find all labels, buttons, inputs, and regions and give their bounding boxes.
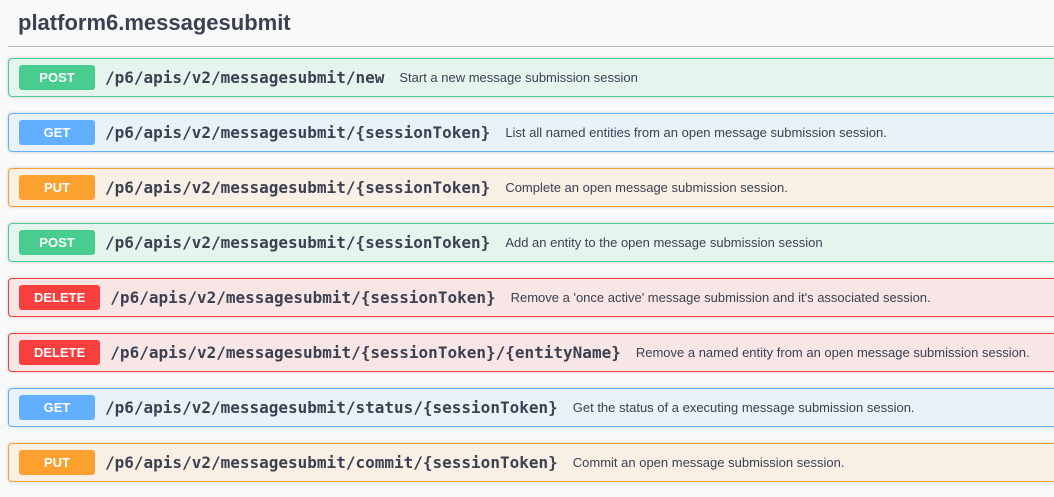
endpoint-description: Add an entity to the open message submis… [505, 235, 822, 250]
operation-row[interactable]: GET /p6/apis/v2/messagesubmit/{sessionTo… [8, 113, 1054, 152]
endpoint-description: List all named entities from an open mes… [505, 125, 887, 140]
endpoint-description: Remove a named entity from an open messa… [636, 345, 1030, 360]
operation-row[interactable]: DELETE /p6/apis/v2/messagesubmit/{sessio… [8, 278, 1054, 317]
page-title: platform6.messagesubmit [18, 10, 1044, 36]
operation-row[interactable]: PUT /p6/apis/v2/messagesubmit/commit/{se… [8, 443, 1054, 482]
endpoint-path: /p6/apis/v2/messagesubmit/commit/{sessio… [105, 453, 558, 472]
method-badge: POST [19, 230, 95, 255]
api-tag-header[interactable]: platform6.messagesubmit [8, 0, 1054, 47]
operation-row[interactable]: GET /p6/apis/v2/messagesubmit/status/{se… [8, 388, 1054, 427]
method-badge: PUT [19, 450, 95, 475]
endpoint-description: Remove a 'once active' message submissio… [511, 290, 931, 305]
method-badge: GET [19, 120, 95, 145]
endpoint-path: /p6/apis/v2/messagesubmit/{sessionToken}… [110, 343, 621, 362]
method-badge: POST [19, 65, 95, 90]
method-badge: DELETE [19, 340, 100, 365]
endpoint-path: /p6/apis/v2/messagesubmit/status/{sessio… [105, 398, 558, 417]
method-badge: GET [19, 395, 95, 420]
endpoint-path: /p6/apis/v2/messagesubmit/{sessionToken} [110, 288, 495, 307]
operations-list: POST /p6/apis/v2/messagesubmit/new Start… [0, 58, 1054, 482]
method-badge: DELETE [19, 285, 100, 310]
endpoint-description: Start a new message submission session [399, 70, 637, 85]
endpoint-description: Get the status of a executing message su… [573, 400, 915, 415]
operation-row[interactable]: DELETE /p6/apis/v2/messagesubmit/{sessio… [8, 333, 1054, 372]
endpoint-path: /p6/apis/v2/messagesubmit/{sessionToken} [105, 233, 490, 252]
operation-row[interactable]: PUT /p6/apis/v2/messagesubmit/{sessionTo… [8, 168, 1054, 207]
operation-row[interactable]: POST /p6/apis/v2/messagesubmit/new Start… [8, 58, 1054, 97]
endpoint-description: Commit an open message submission sessio… [573, 455, 845, 470]
endpoint-path: /p6/apis/v2/messagesubmit/new [105, 68, 384, 87]
method-badge: PUT [19, 175, 95, 200]
operation-row[interactable]: POST /p6/apis/v2/messagesubmit/{sessionT… [8, 223, 1054, 262]
endpoint-path: /p6/apis/v2/messagesubmit/{sessionToken} [105, 178, 490, 197]
endpoint-description: Complete an open message submission sess… [505, 180, 788, 195]
endpoint-path: /p6/apis/v2/messagesubmit/{sessionToken} [105, 123, 490, 142]
